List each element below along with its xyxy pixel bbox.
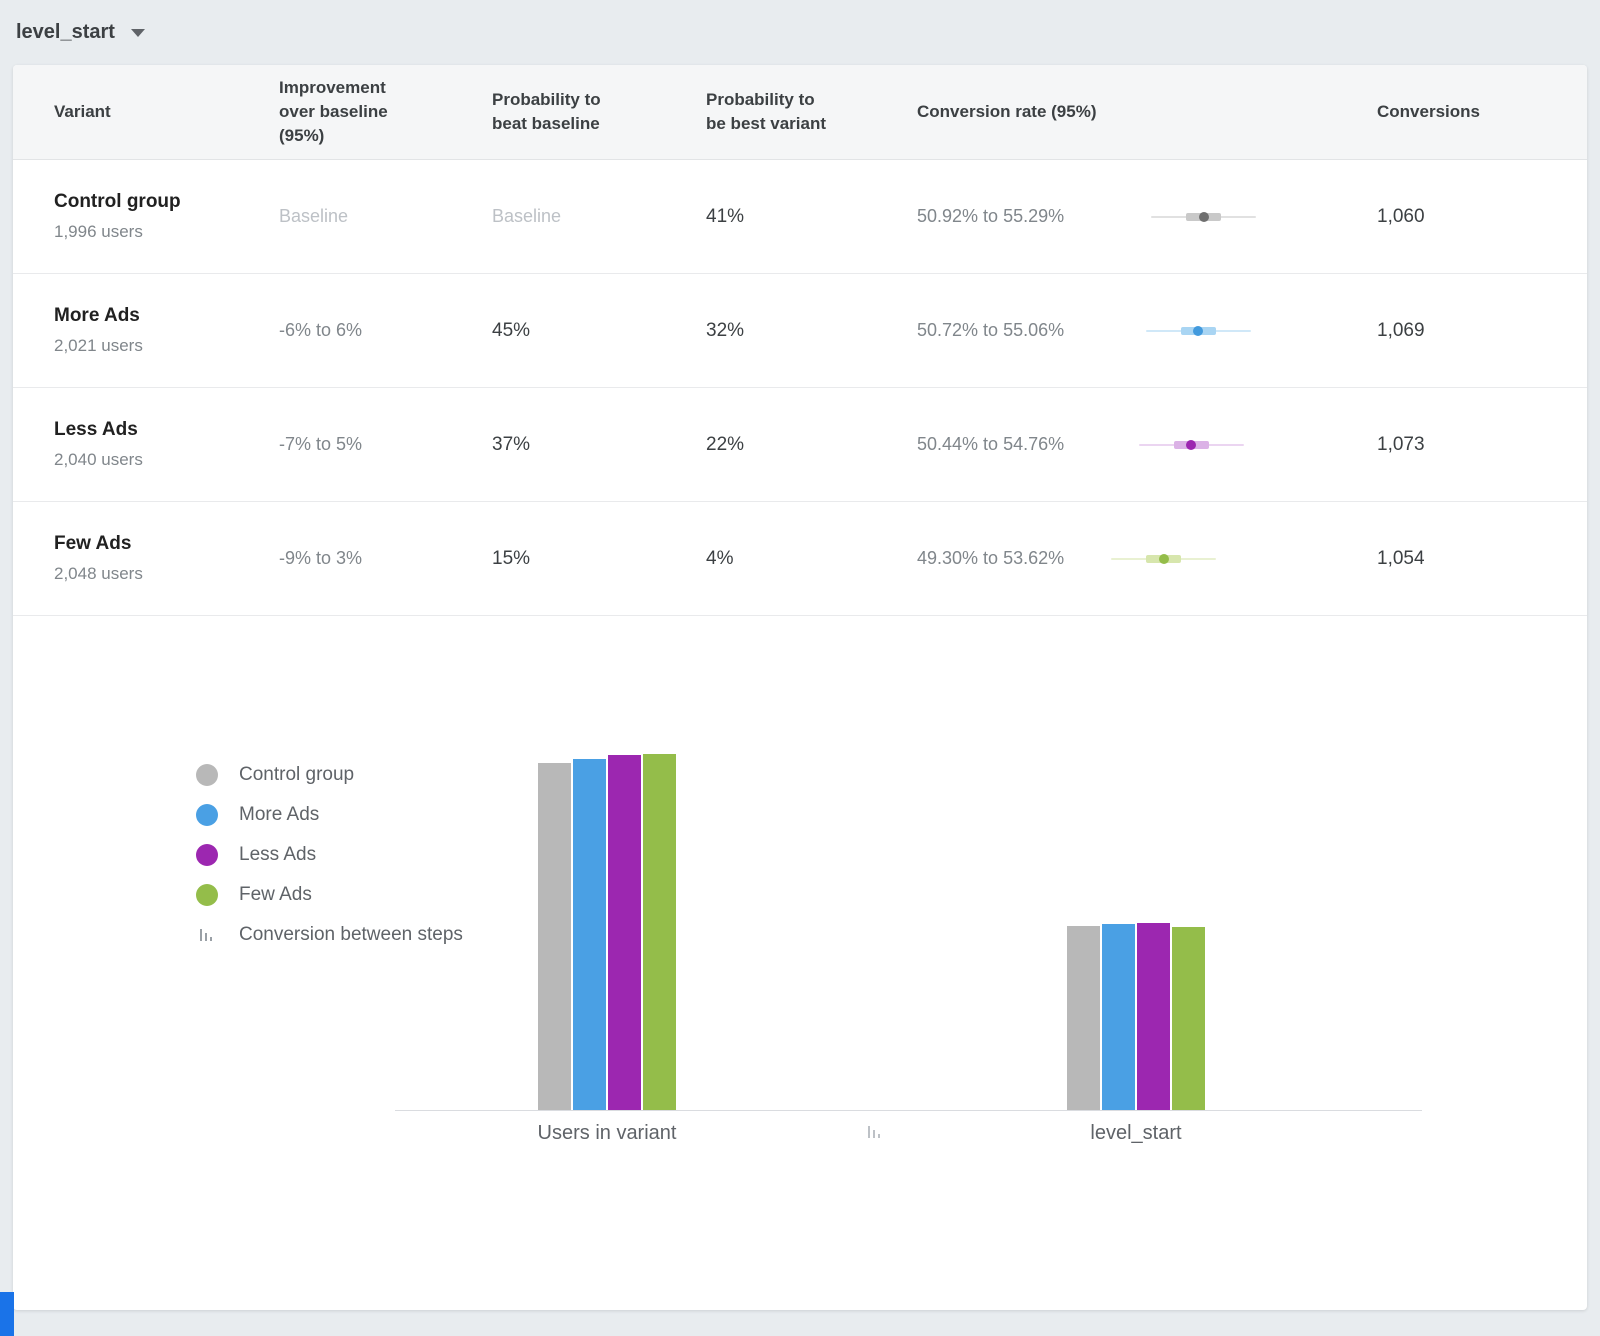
chevron-down-icon: [131, 29, 145, 37]
table-header-row: Variant Improvement over baseline (95%) …: [13, 65, 1587, 160]
variant-name: More Ads: [54, 305, 279, 327]
probability-best-variant-value: 22%: [706, 434, 917, 456]
chart-bar-less-ads: [608, 755, 641, 1110]
event-selector-label: level_start: [16, 21, 115, 44]
legend-color-swatch: [196, 884, 218, 906]
legend-label: Few Ads: [239, 884, 312, 906]
legend-item: Less Ads: [196, 835, 463, 875]
probability-best-variant-value: 4%: [706, 548, 917, 570]
column-header-conversion-rate: Conversion rate (95%): [917, 100, 1377, 124]
probability-beat-baseline-value: 15%: [492, 548, 706, 570]
chart-bar-more-ads: [573, 759, 606, 1110]
x-axis-label-users-in-variant: Users in variant: [457, 1122, 757, 1145]
conversion-rate-cell: 50.92% to 55.29%: [917, 206, 1377, 227]
legend-item: Conversion between steps: [196, 915, 463, 955]
probability-beat-baseline-value: 37%: [492, 434, 706, 456]
chart-bar-less-ads: [1137, 923, 1170, 1110]
column-header-variant: Variant: [54, 100, 279, 124]
conversion-rate-range: 50.44% to 54.76%: [917, 434, 1104, 455]
legend-label: Conversion between steps: [239, 924, 463, 946]
improvement-value: -6% to 6%: [279, 320, 492, 341]
confidence-interval-chart: [1104, 207, 1264, 227]
variant-users: 2,021 users: [54, 336, 279, 356]
conversions-value: 1,069: [1377, 320, 1547, 342]
chart-bar-control-group: [538, 763, 571, 1110]
variant-name: Few Ads: [54, 533, 279, 555]
variant-users: 1,996 users: [54, 222, 279, 242]
table-row: More Ads 2,021 users-6% to 6%45%32%50.72%…: [13, 274, 1587, 388]
conversion-rate-cell: 49.30% to 53.62%: [917, 548, 1377, 569]
conversion-rate-range: 50.92% to 55.29%: [917, 206, 1104, 227]
x-axis-label-level-start: level_start: [986, 1122, 1286, 1145]
legend-label: Control group: [239, 764, 354, 786]
improvement-value: Baseline: [279, 206, 492, 227]
legend-color-swatch: [196, 764, 218, 786]
conversion-between-steps-icon: [196, 927, 218, 943]
chart-bar-few-ads: [643, 754, 676, 1110]
table-row: Less Ads 2,040 users-7% to 5%37%22%50.44%…: [13, 388, 1587, 502]
variant-cell: Few Ads 2,048 users: [54, 533, 279, 584]
conversion-rate-cell: 50.44% to 54.76%: [917, 434, 1377, 455]
bar-group-level-start: [1067, 923, 1205, 1110]
variant-name: Less Ads: [54, 419, 279, 441]
variant-name: Control group: [54, 191, 279, 213]
legend-item: Few Ads: [196, 875, 463, 915]
conversions-value: 1,073: [1377, 434, 1547, 456]
results-card: Variant Improvement over baseline (95%) …: [13, 65, 1587, 1310]
legend-label: More Ads: [239, 804, 319, 826]
variant-cell: Less Ads 2,040 users: [54, 419, 279, 470]
column-header-prob-beat-baseline: Probability to beat baseline: [492, 88, 642, 136]
event-selector-dropdown[interactable]: level_start: [16, 21, 145, 44]
improvement-value: -7% to 5%: [279, 434, 492, 455]
column-header-prob-best-variant: Probability to be best variant: [706, 88, 856, 136]
variant-cell: More Ads 2,021 users: [54, 305, 279, 356]
variant-users: 2,048 users: [54, 564, 279, 584]
blue-corner-element[interactable]: [0, 1292, 14, 1336]
improvement-value: -9% to 3%: [279, 548, 492, 569]
table-row: Few Ads 2,048 users-9% to 3%15%4%49.30% t…: [13, 502, 1587, 616]
conversions-value: 1,054: [1377, 548, 1547, 570]
variant-cell: Control group 1,996 users: [54, 191, 279, 242]
variant-users: 2,040 users: [54, 450, 279, 470]
topbar: level_start: [0, 0, 1600, 65]
legend-item: More Ads: [196, 795, 463, 835]
column-header-improvement: Improvement over baseline (95%): [279, 76, 429, 147]
bar-group-users-in-variant: [538, 754, 676, 1110]
chart-bar-few-ads: [1172, 927, 1205, 1110]
chart-bar-control-group: [1067, 926, 1100, 1110]
conversion-rate-range: 50.72% to 55.06%: [917, 320, 1104, 341]
funnel-chart: Control group More Ads Less Ads Few Ads Conv…: [13, 616, 1587, 1310]
confidence-interval-chart: [1104, 549, 1264, 569]
legend-color-swatch: [196, 844, 218, 866]
chart-x-axis: [395, 1110, 1422, 1111]
chart-legend: Control group More Ads Less Ads Few Ads Conv…: [196, 755, 463, 955]
probability-beat-baseline-value: 45%: [492, 320, 706, 342]
table-row: Control group1,996 usersBaselineBaseline…: [13, 160, 1587, 274]
conversion-rate-cell: 50.72% to 55.06%: [917, 320, 1377, 341]
chart-bar-more-ads: [1102, 924, 1135, 1110]
table-body: Control group1,996 usersBaselineBaseline…: [13, 160, 1587, 616]
probability-beat-baseline-value: Baseline: [492, 206, 706, 227]
ci-median-dot: [1159, 554, 1169, 564]
confidence-interval-chart: [1104, 435, 1264, 455]
column-header-conversions: Conversions: [1377, 100, 1547, 124]
probability-best-variant-value: 41%: [706, 206, 917, 228]
probability-best-variant-value: 32%: [706, 320, 917, 342]
conversion-rate-range: 49.30% to 53.62%: [917, 548, 1104, 569]
confidence-interval-chart: [1104, 321, 1264, 341]
legend-item: Control group: [196, 755, 463, 795]
ci-median-dot: [1186, 440, 1196, 450]
legend-label: Less Ads: [239, 844, 316, 866]
conversion-between-steps-icon: [868, 1124, 882, 1145]
ci-median-dot: [1193, 326, 1203, 336]
conversions-value: 1,060: [1377, 206, 1547, 228]
ci-median-dot: [1199, 212, 1209, 222]
legend-color-swatch: [196, 804, 218, 826]
